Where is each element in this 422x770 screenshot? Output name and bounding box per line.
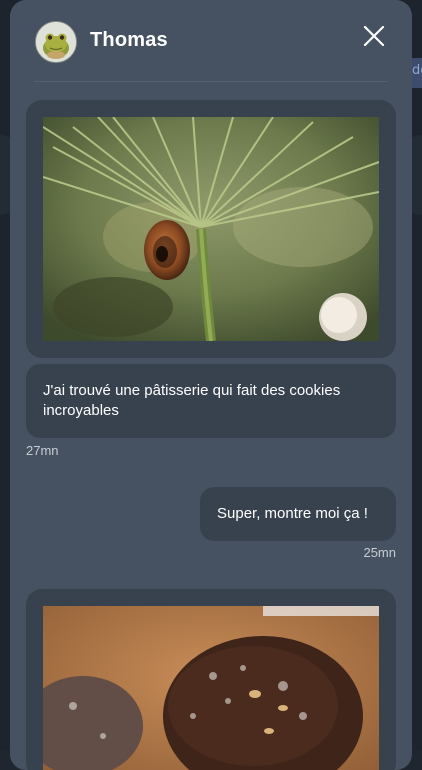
photo-message-cookie[interactable] bbox=[26, 589, 396, 770]
incoming-message-bubble: J'ai trouvé une pâtisserie qui fait des … bbox=[26, 364, 396, 438]
chat-modal: Thomas J'ai trouvé une pâtisserie qui fa… bbox=[10, 0, 412, 770]
outgoing-message-time: 25mn bbox=[363, 545, 396, 560]
contact-name: Thomas bbox=[90, 29, 168, 51]
close-button[interactable] bbox=[362, 24, 386, 48]
background-peek-label: de bbox=[412, 63, 422, 78]
cookie-photo bbox=[43, 606, 379, 770]
avatar[interactable] bbox=[35, 21, 77, 63]
outgoing-message-bubble: Super, montre moi ça ! bbox=[200, 487, 396, 541]
snail-photo bbox=[43, 117, 379, 341]
chat-header: Thomas bbox=[10, 0, 412, 82]
close-icon bbox=[363, 25, 385, 47]
frog-avatar-icon bbox=[36, 22, 76, 62]
header-divider bbox=[34, 81, 388, 82]
incoming-message-text: J'ai trouvé une pâtisserie qui fait des … bbox=[43, 382, 341, 419]
incoming-message-time: 27mn bbox=[26, 443, 59, 458]
outgoing-message-text: Super, montre moi ça ! bbox=[217, 505, 368, 522]
photo-message-snail[interactable] bbox=[26, 100, 396, 358]
